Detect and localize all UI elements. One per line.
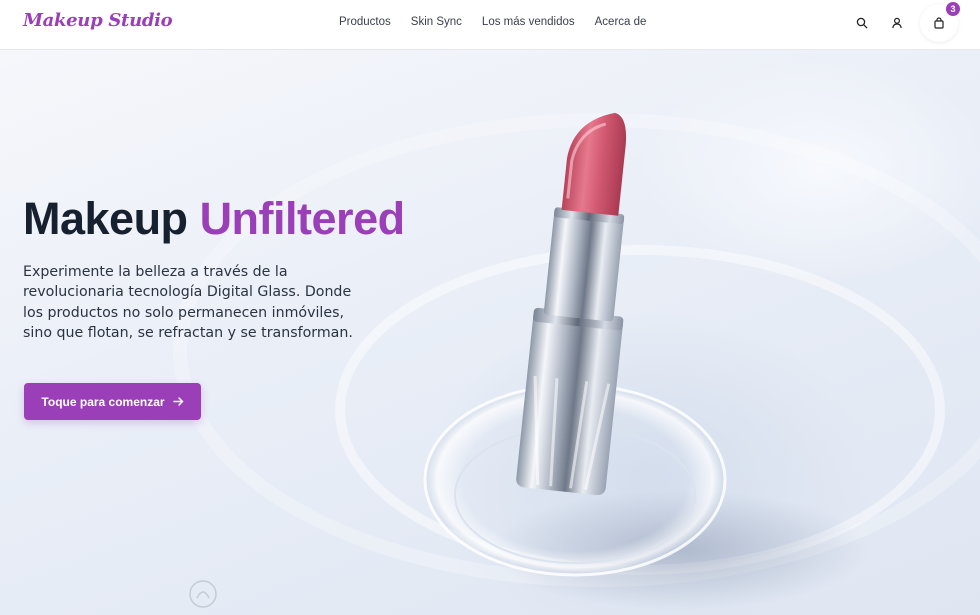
arrow-right-icon xyxy=(172,397,183,406)
cart-count-badge: 3 xyxy=(946,2,960,16)
headline-main: Makeup xyxy=(23,193,188,244)
decorative-emblem xyxy=(189,580,217,608)
nav-item-mas-vendidos[interactable]: Los más vendidos xyxy=(482,16,575,28)
start-button[interactable]: Toque para comenzar xyxy=(24,383,201,420)
shopping-bag-icon xyxy=(934,17,944,29)
hero-description: Experimente la belleza a través de la re… xyxy=(23,264,353,341)
brand-logo[interactable]: Makeup Studio xyxy=(23,10,173,31)
hero-section: Makeup Unfiltered Experimente la belleza… xyxy=(0,50,980,615)
hero-headline: Makeup Unfiltered xyxy=(23,193,405,245)
user-icon xyxy=(892,17,902,29)
account-button[interactable] xyxy=(888,14,906,32)
search-button[interactable] xyxy=(853,14,871,32)
site-header: Makeup Studio Productos Skin Sync Los má… xyxy=(0,0,980,50)
main-nav: Productos Skin Sync Los más vendidos Ace… xyxy=(339,16,646,28)
nav-item-skin-sync[interactable]: Skin Sync xyxy=(411,16,462,28)
nav-item-productos[interactable]: Productos xyxy=(339,16,391,28)
nav-item-acerca-de[interactable]: Acerca de xyxy=(595,16,647,28)
headline-accent: Unfiltered xyxy=(199,193,406,244)
start-button-label: Toque para comenzar xyxy=(41,394,165,409)
search-icon xyxy=(856,17,868,29)
